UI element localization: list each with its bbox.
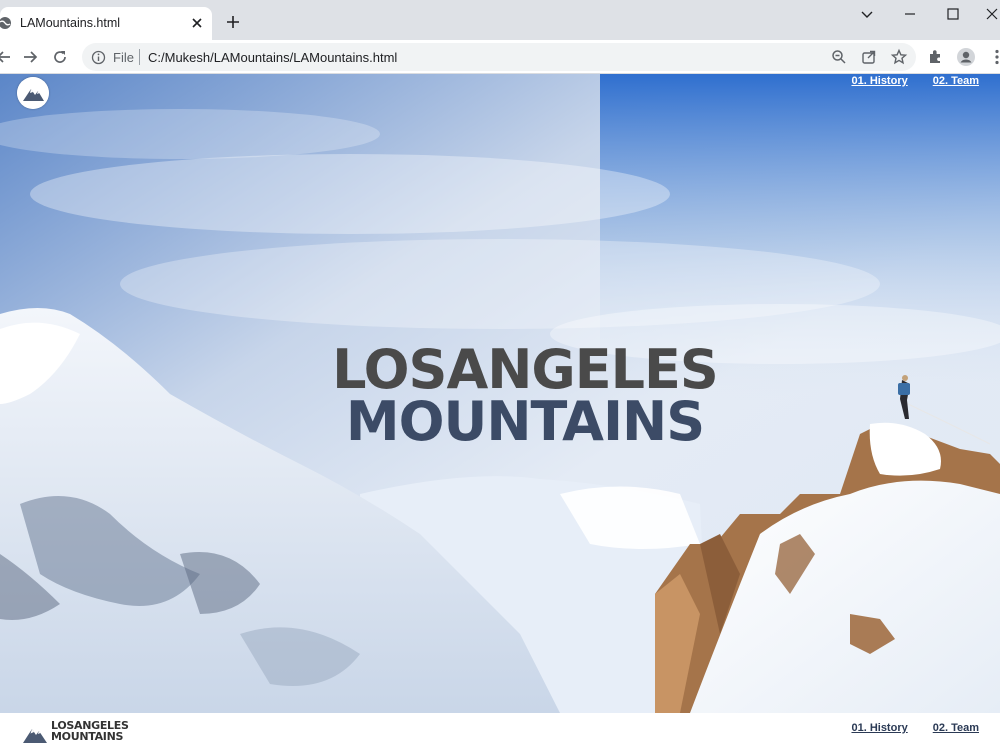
hero-title-line-2: MOUNTAINS <box>345 390 705 453</box>
footer-link-history[interactable]: 01. History <box>851 722 907 734</box>
tab-title: LAMountains.html <box>20 16 121 30</box>
close-icon[interactable] <box>188 14 206 32</box>
reload-icon[interactable] <box>50 47 70 67</box>
extensions-puzzle-icon[interactable] <box>926 47 946 67</box>
browser-tab-strip: LAMountains.html <box>0 0 1000 40</box>
forward-arrow-icon[interactable] <box>20 47 40 67</box>
url-divider <box>139 49 140 65</box>
back-arrow-icon[interactable] <box>0 47 14 67</box>
window-close-button[interactable] <box>978 4 1000 24</box>
star-icon[interactable] <box>890 48 908 66</box>
more-menu-icon[interactable] <box>987 47 1000 67</box>
footer-brand-line-2: MOUNTAINS <box>51 730 124 743</box>
tab-search-chevron-icon[interactable] <box>853 4 881 24</box>
footer-mountain-logo-icon[interactable] <box>22 721 48 745</box>
web-page: 01. History 02. Team LOSANGELES MOUNTAIN… <box>0 74 1000 750</box>
site-logo-icon[interactable] <box>17 77 49 109</box>
footer-nav: 01. History 02. Team <box>851 722 979 734</box>
page-footer: LOSANGELES MOUNTAINS 01. History 02. Tea… <box>0 713 1000 750</box>
zoom-icon[interactable] <box>830 48 848 66</box>
new-tab-button[interactable] <box>223 12 243 32</box>
hero-title: LOSANGELES MOUNTAINS <box>0 338 1000 453</box>
top-nav: 01. History 02. Team <box>851 75 979 87</box>
browser-tab[interactable]: LAMountains.html <box>0 7 212 40</box>
maximize-button[interactable] <box>939 4 967 24</box>
minimize-button[interactable] <box>896 4 924 24</box>
address-bar[interactable]: File C:/Mukesh/LAMountains/LAMountains.h… <box>82 43 916 71</box>
hero-section: 01. History 02. Team LOSANGELES MOUNTAIN… <box>0 74 1000 713</box>
profile-avatar-icon[interactable] <box>956 47 976 67</box>
nav-link-team[interactable]: 02. Team <box>933 75 979 87</box>
globe-icon <box>0 17 11 29</box>
hero-title-line-1: LOSANGELES <box>332 338 719 401</box>
url-scheme-label: File <box>113 50 134 65</box>
info-icon[interactable] <box>91 50 106 65</box>
footer-link-team[interactable]: 02. Team <box>933 722 979 734</box>
url-text[interactable]: C:/Mukesh/LAMountains/LAMountains.html <box>148 50 397 65</box>
share-icon[interactable] <box>860 48 878 66</box>
nav-link-history[interactable]: 01. History <box>851 75 907 87</box>
browser-toolbar: File C:/Mukesh/LAMountains/LAMountains.h… <box>0 40 1000 74</box>
footer-brand: LOSANGELES MOUNTAINS <box>51 720 129 742</box>
